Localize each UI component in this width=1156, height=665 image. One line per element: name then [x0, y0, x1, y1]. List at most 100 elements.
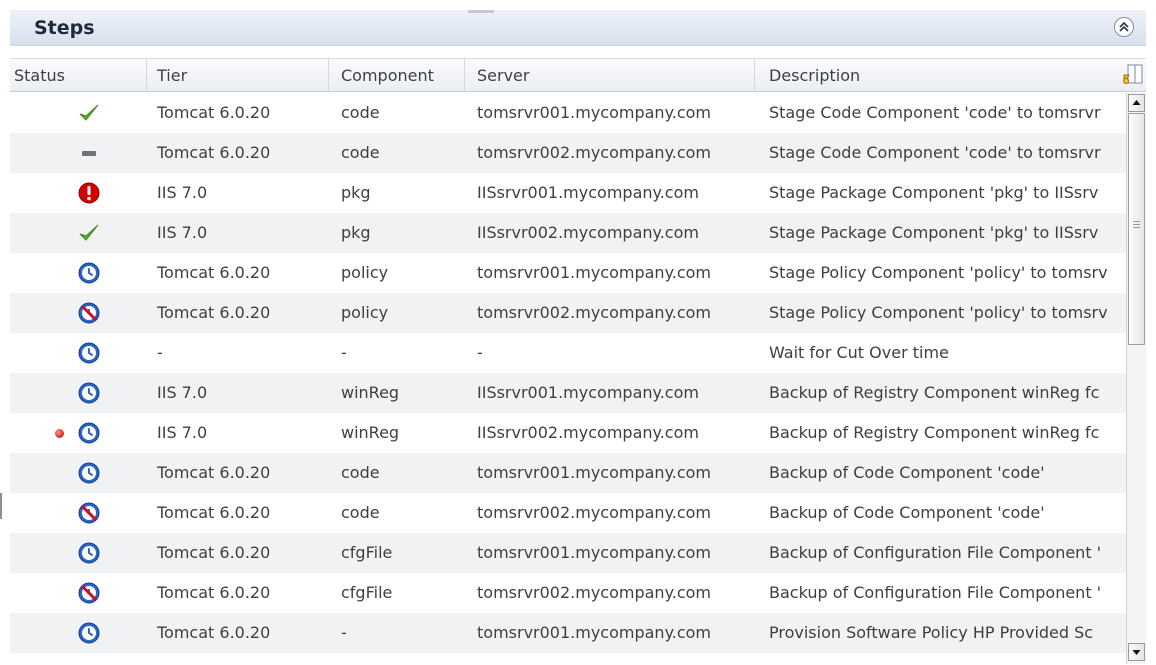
tier-cell: Tomcat 6.0.20: [157, 263, 271, 282]
clock-icon: [77, 381, 101, 405]
description-cell: Provision Software Policy HP Provided Sc: [769, 623, 1094, 642]
server-cell: tomsrvr002.mycompany.com: [477, 143, 712, 162]
clock-icon: [77, 541, 101, 565]
description-cell: Backup of Code Component 'code': [769, 463, 1045, 482]
component-cell: code: [341, 103, 380, 122]
server-cell: IISsrvr002.mycompany.com: [477, 223, 699, 242]
table-row[interactable]: Tomcat 6.0.20 - tomsrvr001.mycompany.com Pr…: [10, 613, 1126, 653]
table-row[interactable]: IIS 7.0 winReg IISsrvr001.mycompany.com Bac…: [10, 373, 1126, 413]
column-header-tier[interactable]: Tier: [147, 59, 329, 92]
server-cell: -: [477, 343, 483, 362]
description-cell: Backup of Configuration File Component ': [769, 583, 1102, 602]
table-row[interactable]: IIS 7.0 pkg IISsrvr001.mycompany.com Stage …: [10, 173, 1126, 213]
description-cell: Stage Code Component 'code' to tomsrvr: [769, 103, 1101, 122]
server-cell: tomsrvr001.mycompany.com: [477, 463, 712, 482]
table-row[interactable]: Tomcat 6.0.20 policy tomsrvr001.mycompany.…: [10, 253, 1126, 293]
description-cell: Backup of Registry Component winReg fc: [769, 383, 1100, 402]
resize-grip[interactable]: [468, 10, 494, 13]
column-header-row: Status Tier Component Server Description: [10, 58, 1146, 92]
component-cell: cfgFile: [341, 583, 393, 602]
tier-cell: IIS 7.0: [157, 183, 208, 202]
server-cell: IISsrvr002.mycompany.com: [477, 423, 699, 442]
component-cell: code: [341, 503, 380, 522]
vertical-scrollbar[interactable]: [1126, 93, 1146, 664]
table-row[interactable]: Tomcat 6.0.20 code tomsrvr002.mycompany.co…: [10, 493, 1126, 533]
clock-icon: [77, 461, 101, 485]
tier-cell: IIS 7.0: [157, 223, 208, 242]
table-row[interactable]: Tomcat 6.0.20 code tomsrvr002.mycompany.co…: [10, 133, 1126, 173]
description-cell: Stage Package Component 'pkg' to IISsrv: [769, 223, 1099, 242]
description-cell: Stage Code Component 'code' to tomsrvr: [769, 143, 1101, 162]
panel-header: Steps: [10, 10, 1146, 46]
clock-icon: [77, 341, 101, 365]
clock-icon: [77, 621, 101, 645]
blocked-clock-icon: [77, 301, 101, 325]
description-cell: Backup of Configuration File Component ': [769, 543, 1102, 562]
scrollbar-thumb[interactable]: [1128, 113, 1145, 345]
description-cell: Backup of Code Component 'code': [769, 503, 1045, 522]
table-row[interactable]: IIS 7.0 winReg IISsrvr002.mycompany.com Bac…: [10, 413, 1126, 453]
tier-cell: -: [157, 343, 163, 362]
error-icon: [77, 181, 101, 205]
description-cell: Backup of Registry Component winReg fc: [769, 423, 1100, 442]
server-cell: tomsrvr002.mycompany.com: [477, 303, 712, 322]
table-row[interactable]: Tomcat 6.0.20 cfgFile tomsrvr002.mycompany…: [10, 573, 1126, 613]
tier-cell: Tomcat 6.0.20: [157, 103, 271, 122]
column-header-description[interactable]: Description: [755, 59, 1119, 92]
panel-title: Steps: [34, 17, 95, 39]
steps-panel: Steps Status Tier Component Server Descr…: [0, 0, 1156, 664]
table-row[interactable]: Tomcat 6.0.20 code tomsrvr001.mycompany.co…: [10, 453, 1126, 493]
column-settings-icon[interactable]: [1122, 63, 1144, 87]
clock-icon: [77, 421, 101, 445]
component-cell: winReg: [341, 423, 400, 442]
description-cell: Stage Policy Component 'policy' to tomsr…: [769, 263, 1108, 282]
column-header-status[interactable]: Status: [10, 59, 147, 92]
table-row[interactable]: Tomcat 6.0.20 code tomsrvr001.mycompany.co…: [10, 93, 1126, 133]
left-edge-marker: [0, 493, 2, 519]
server-cell: tomsrvr001.mycompany.com: [477, 623, 712, 642]
component-cell: pkg: [341, 183, 371, 202]
table-row[interactable]: IIS 7.0 pkg IISsrvr002.mycompany.com Stage …: [10, 213, 1126, 253]
description-cell: Stage Package Component 'pkg' to IISsrv: [769, 183, 1099, 202]
table-row[interactable]: - - - Wait for Cut Over time: [10, 333, 1126, 373]
server-cell: IISsrvr001.mycompany.com: [477, 183, 699, 202]
double-chevron-up-icon[interactable]: [1114, 17, 1134, 37]
server-cell: tomsrvr001.mycompany.com: [477, 103, 712, 122]
blocked-clock-icon: [77, 581, 101, 605]
server-cell: IISsrvr001.mycompany.com: [477, 383, 699, 402]
clock-icon: [77, 261, 101, 285]
column-header-component[interactable]: Component: [329, 59, 465, 92]
component-cell: winReg: [341, 383, 400, 402]
component-cell: cfgFile: [341, 543, 393, 562]
check-mark-icon: [77, 221, 101, 245]
steps-table-body: Tomcat 6.0.20 code tomsrvr001.mycompany.co…: [10, 93, 1126, 664]
table-row[interactable]: Tomcat 6.0.20 cfgFile tomsrvr001.mycompany…: [10, 533, 1126, 573]
triangle-up-icon[interactable]: [1128, 94, 1145, 112]
tier-cell: IIS 7.0: [157, 383, 208, 402]
tier-cell: Tomcat 6.0.20: [157, 463, 271, 482]
component-cell: policy: [341, 303, 389, 322]
description-cell: Wait for Cut Over time: [769, 343, 949, 362]
server-cell: tomsrvr002.mycompany.com: [477, 503, 712, 522]
component-cell: code: [341, 143, 380, 162]
tier-cell: Tomcat 6.0.20: [157, 303, 271, 322]
dash-icon: [77, 141, 101, 165]
component-cell: -: [341, 623, 347, 642]
server-cell: tomsrvr001.mycompany.com: [477, 263, 712, 282]
component-cell: -: [341, 343, 347, 362]
triangle-down-icon[interactable]: [1128, 643, 1145, 661]
tier-cell: Tomcat 6.0.20: [157, 143, 271, 162]
current-step-marker-icon: [55, 429, 64, 438]
table-row[interactable]: Tomcat 6.0.20 policy tomsrvr002.mycompany.…: [10, 293, 1126, 333]
component-cell: pkg: [341, 223, 371, 242]
description-cell: Stage Policy Component 'policy' to tomsr…: [769, 303, 1108, 322]
server-cell: tomsrvr002.mycompany.com: [477, 583, 712, 602]
tier-cell: Tomcat 6.0.20: [157, 543, 271, 562]
check-mark-icon: [77, 101, 101, 125]
component-cell: policy: [341, 263, 389, 282]
column-header-server[interactable]: Server: [465, 59, 755, 92]
tier-cell: Tomcat 6.0.20: [157, 623, 271, 642]
component-cell: code: [341, 463, 380, 482]
server-cell: tomsrvr001.mycompany.com: [477, 543, 712, 562]
blocked-clock-icon: [77, 501, 101, 525]
